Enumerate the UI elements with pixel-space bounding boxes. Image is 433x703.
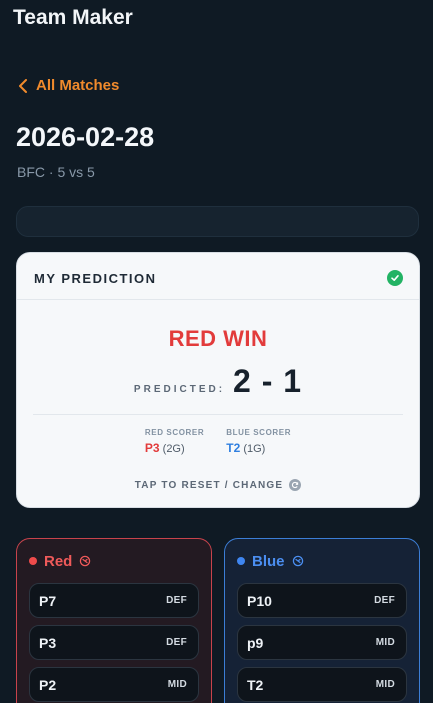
- player-position: MID: [375, 637, 395, 648]
- player-chip[interactable]: P7 DEF: [29, 583, 199, 618]
- player-chip[interactable]: P10 DEF: [237, 583, 407, 618]
- team-blue-header: Blue: [237, 539, 407, 583]
- reset-prediction-button[interactable]: TAP TO RESET / CHANGE: [17, 479, 419, 491]
- team-color-dot: [237, 557, 245, 565]
- blue-scorer-player: T2: [226, 441, 241, 455]
- divider: [17, 299, 419, 300]
- team-red-name: Red: [44, 552, 73, 570]
- blue-scorer: BLUE SCORER T2 (1G): [226, 428, 291, 455]
- player-position: DEF: [374, 595, 395, 606]
- player-position: DEF: [166, 637, 187, 648]
- player-chip[interactable]: P2 MID: [29, 667, 199, 702]
- player-name: P10: [247, 592, 272, 609]
- predicted-score: 2 - 1: [233, 363, 303, 399]
- back-to-all-matches-link[interactable]: All Matches: [18, 77, 119, 94]
- player-chip[interactable]: p9 MID: [237, 625, 407, 660]
- red-scorer-player: P3: [144, 441, 160, 455]
- player-chip[interactable]: P3 DEF: [29, 625, 199, 660]
- red-scorer-label: RED SCORER: [144, 428, 205, 437]
- team-red-panel: Red P7 DEF P3 DEF P2 MID: [16, 538, 212, 703]
- match-progress-bar: [16, 206, 419, 237]
- match-date: 2026-02-28: [16, 122, 155, 152]
- back-link-label: All Matches: [36, 77, 120, 94]
- player-name: P7: [39, 592, 57, 609]
- match-subtitle: BFC · 5 vs 5: [17, 164, 95, 180]
- red-scorer-goals: (2G): [162, 443, 185, 455]
- divider: [33, 414, 403, 415]
- player-position: MID: [375, 679, 395, 690]
- team-red-header: Red: [29, 539, 199, 583]
- player-position: MID: [167, 679, 187, 690]
- app-title: Team Maker: [13, 6, 133, 29]
- reset-label: TAP TO RESET / CHANGE: [134, 479, 284, 491]
- refresh-icon: [289, 479, 302, 491]
- prediction-card[interactable]: MY PREDICTION RED WIN PREDICTED: 2 - 1 R…: [16, 252, 420, 508]
- shuffle-icon[interactable]: [292, 555, 304, 567]
- player-name: p9: [247, 634, 264, 651]
- team-blue-panel: Blue P10 DEF p9 MID T2 MID: [224, 538, 420, 703]
- blue-scorer-label: BLUE SCORER: [226, 428, 292, 437]
- prediction-outcome: RED WIN: [168, 326, 268, 351]
- player-name: P2: [39, 676, 57, 693]
- player-name: T2: [247, 676, 264, 693]
- chevron-left-icon: [19, 78, 27, 93]
- predicted-score-row: PREDICTED: 2 - 1: [17, 363, 419, 400]
- player-chip[interactable]: T2 MID: [237, 667, 407, 702]
- team-color-dot: [29, 557, 37, 565]
- red-scorer: RED SCORER P3 (2G): [145, 428, 204, 455]
- check-circle-icon: [387, 270, 403, 286]
- blue-scorer-goals: (1G): [243, 443, 266, 455]
- player-position: DEF: [166, 595, 187, 606]
- scorers-row: RED SCORER P3 (2G) BLUE SCORER T2 (1G): [17, 428, 419, 455]
- player-name: P3: [39, 634, 57, 651]
- predicted-label: PREDICTED:: [133, 384, 226, 395]
- team-blue-name: Blue: [252, 552, 285, 570]
- prediction-header: MY PREDICTION: [34, 271, 157, 286]
- shuffle-icon[interactable]: [79, 555, 91, 567]
